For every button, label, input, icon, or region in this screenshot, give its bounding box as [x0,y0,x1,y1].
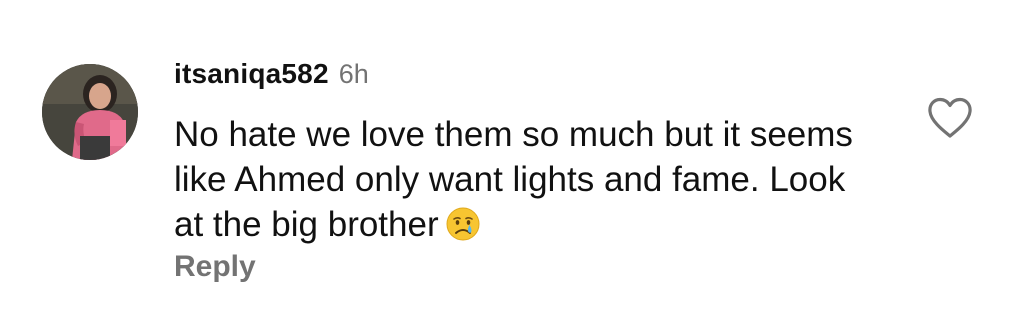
comment-header: itsaniqa582 6h [174,58,369,94]
crying-face-icon [445,206,481,253]
avatar-image [42,64,138,160]
comment-timestamp: 6h [338,59,369,89]
comment-item: itsaniqa582 6h No hate we love them so m… [0,0,1024,330]
comment-text-content: No hate we love them so much but it seem… [174,115,853,244]
comment-text: No hate we love them so much but it seem… [174,112,874,253]
avatar[interactable] [42,64,138,160]
reply-button[interactable]: Reply [174,250,256,284]
username-link[interactable]: itsaniqa582 [174,58,329,90]
heart-outline-icon [928,97,972,138]
like-button[interactable] [926,96,974,140]
